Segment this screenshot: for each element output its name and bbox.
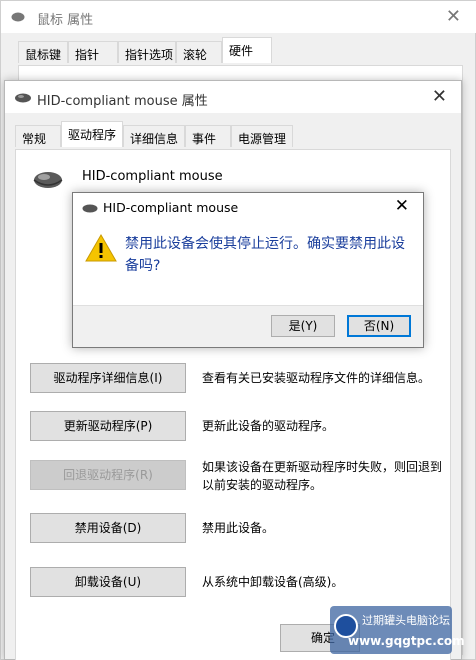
uninstall-device-desc: 从系统中卸载设备(高级)。 [202, 575, 344, 589]
driver-details-button[interactable]: 驱动程序详细信息(I) [30, 363, 186, 393]
tab-wheel[interactable]: 滚轮 [176, 41, 222, 63]
dialog-message: 禁用此设备会使其停止运行。确实要禁用此设备吗? [125, 236, 405, 274]
close-icon[interactable]: ✕ [432, 86, 447, 107]
rollback-driver-desc: 如果该设备在更新驱动程序时失败，则回退到以前安装的驱动程序。 [202, 460, 443, 492]
tab-details[interactable]: 详细信息 [123, 125, 185, 147]
mouse-properties-titlebar: 鼠标 属性 ✕ [1, 1, 476, 33]
tab-pointer-options[interactable]: 指针选项 [118, 41, 176, 63]
disable-confirm-dialog: HID-compliant mouse ✕ 禁用此设备会使其停止运行。确实要禁用… [72, 192, 424, 348]
tab-driver[interactable]: 驱动程序 [61, 121, 123, 147]
tab-events[interactable]: 事件 [185, 125, 231, 147]
mouse-icon [15, 93, 31, 103]
watermark-url: www.gqgtpc.com [348, 634, 465, 648]
dialog-footer: 是(Y) 否(N) [73, 305, 423, 347]
update-driver-button[interactable]: 更新驱动程序(P) [30, 411, 186, 441]
driver-details-desc: 查看有关已安装驱动程序文件的详细信息。 [202, 371, 431, 385]
mouse-icon [33, 172, 63, 188]
dialog-titlebar: HID-compliant mouse ✕ [73, 193, 423, 223]
rollback-driver-button[interactable]: 回退驱动程序(R) [30, 460, 186, 490]
device-properties-titlebar: HID-compliant mouse 属性 ✕ [5, 81, 461, 113]
forum-watermark: 过期罐头电脑论坛 www.gqgtpc.com [330, 606, 465, 654]
uninstall-device-button[interactable]: 卸载设备(U) [30, 567, 186, 597]
dialog-title: HID-compliant mouse [103, 200, 239, 215]
close-icon[interactable]: ✕ [446, 6, 461, 27]
disable-device-button[interactable]: 禁用设备(D) [30, 513, 186, 543]
device-properties-window: HID-compliant mouse 属性 ✕ 常规 驱动程序 详细信息 事件… [4, 80, 462, 660]
device-name: HID-compliant mouse [82, 169, 223, 184]
watermark-title: 过期罐头电脑论坛 [362, 614, 450, 627]
update-driver-desc: 更新此设备的驱动程序。 [202, 419, 335, 433]
tab-power-management[interactable]: 电源管理 [231, 125, 293, 147]
disable-device-desc: 禁用此设备。 [202, 521, 275, 535]
tab-pointers[interactable]: 指针 [68, 41, 118, 63]
warning-icon [85, 233, 117, 262]
yes-button[interactable]: 是(Y) [271, 315, 335, 337]
mouse-icon [82, 204, 98, 213]
tab-general[interactable]: 常规 [15, 125, 61, 147]
tab-mouse-buttons[interactable]: 鼠标键 [18, 41, 68, 63]
window-title: HID-compliant mouse 属性 [37, 94, 208, 109]
tab-hardware[interactable]: 硬件 [222, 37, 272, 63]
window-title: 鼠标 属性 [37, 13, 94, 28]
mouse-icon [11, 12, 25, 22]
close-icon[interactable]: ✕ [395, 196, 409, 216]
no-button[interactable]: 否(N) [347, 315, 411, 337]
